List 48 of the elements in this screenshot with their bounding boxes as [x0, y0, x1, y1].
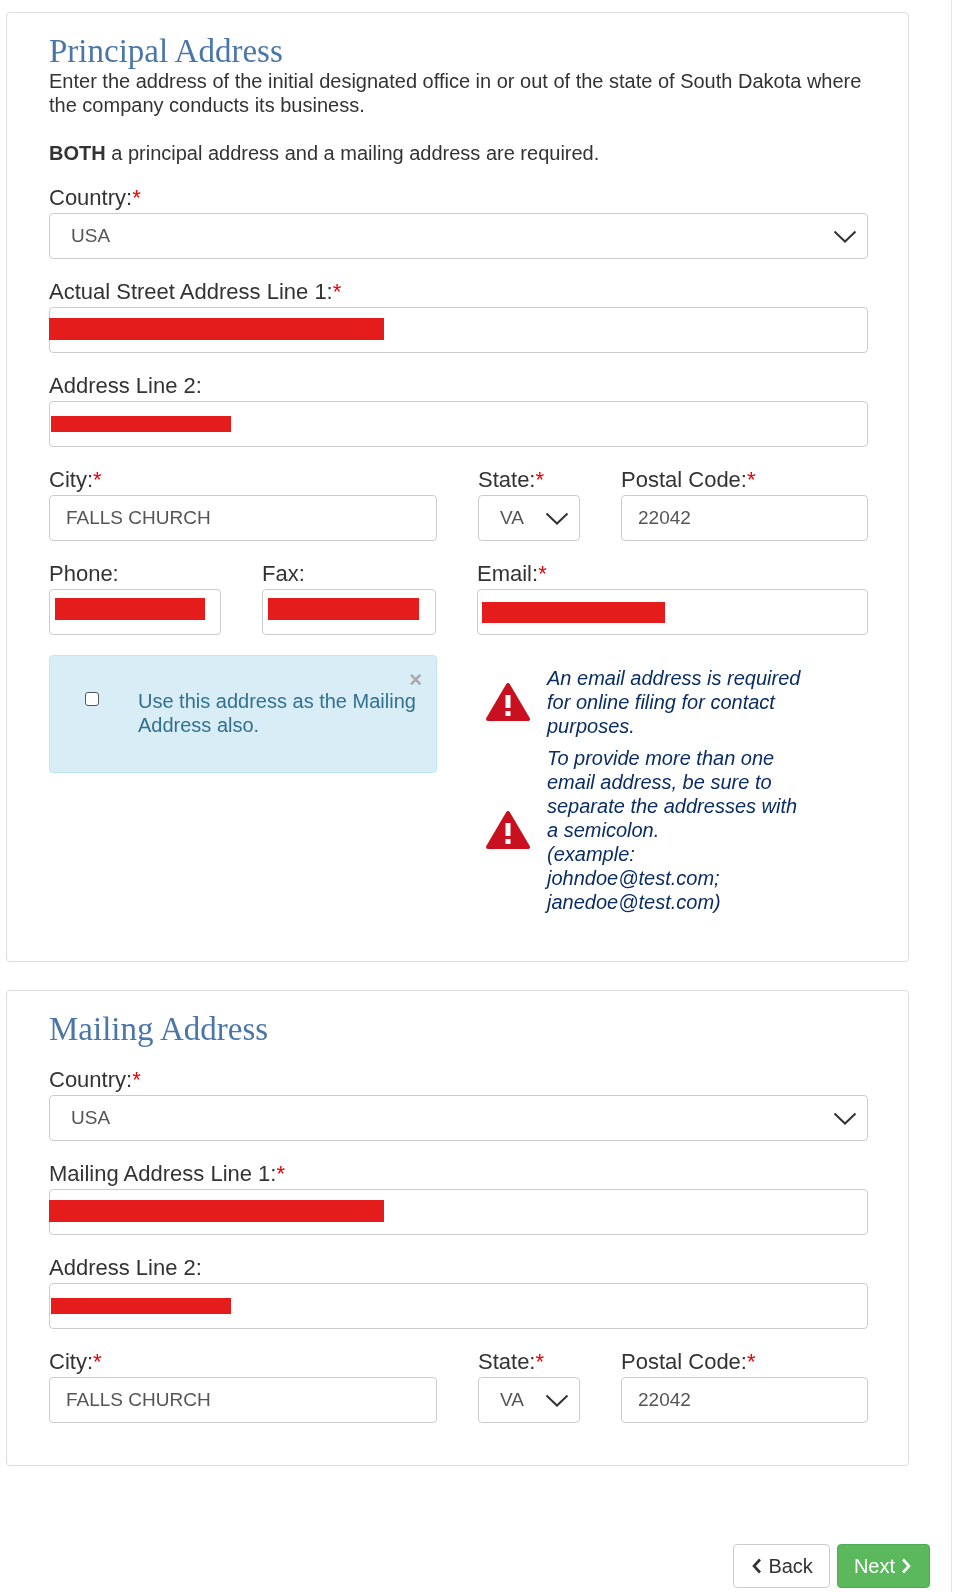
warning-text: To provide more than one email address, be sure to separate the addresses with a semicolon.: [547, 746, 799, 842]
checkbox[interactable]: [85, 692, 99, 706]
warning-text: An email address is required for online filing for contact purposes.: [547, 666, 802, 738]
chevron-down-icon: [545, 511, 569, 525]
chevron-down-icon: [545, 1393, 569, 1407]
back-button[interactable]: Back: [733, 1544, 830, 1588]
chevron-right-icon: [901, 1558, 911, 1574]
field-label: Address Line 2:: [49, 1255, 203, 1281]
field-label: Address Line 2:: [49, 373, 203, 399]
dropdown-field[interactable]: VA: [478, 1377, 580, 1423]
field-label: Actual Street Address Line 1:*: [49, 279, 343, 305]
text-field[interactable]: [49, 589, 221, 635]
alert-text: Use this address as the Mailing Address also.: [138, 689, 416, 737]
chevron-left-icon: [752, 1558, 763, 1574]
text-field[interactable]: FALLS CHURCH: [49, 1377, 437, 1423]
field-label: City:*: [49, 467, 103, 493]
dropdown-field[interactable]: USA: [49, 1095, 868, 1141]
field-label: Fax:: [262, 561, 306, 587]
dropdown-field[interactable]: VA: [478, 495, 580, 541]
field-label: State:*: [478, 467, 546, 493]
section-title: Mailing Address: [49, 1011, 270, 1047]
text-field[interactable]: [49, 1283, 868, 1329]
field-label: Postal Code:*: [621, 1349, 757, 1375]
field-label: Country:*: [49, 1067, 142, 1093]
chevron-down-icon: [833, 1111, 857, 1125]
text-field[interactable]: [49, 1189, 868, 1235]
field-label: Country:*: [49, 185, 142, 211]
field-label: State:*: [478, 1349, 546, 1375]
text-field[interactable]: [262, 589, 436, 635]
field-label: City:*: [49, 1349, 103, 1375]
warning-icon: [486, 682, 530, 722]
example-text: (example: johndoe@test.com; janedoe@test.com): [547, 842, 722, 914]
chevron-down-icon: [833, 229, 857, 243]
text-field[interactable]: FALLS CHURCH: [49, 495, 437, 541]
text-field[interactable]: [49, 307, 868, 353]
intro-text: Enter the address of the initial designated office in or out of the state of South Dakota where the company conducts its business.: [49, 69, 863, 117]
intro-text: BOTH a principal address and a mailing address are required.: [49, 141, 601, 165]
section-title: Principal Address: [49, 33, 284, 69]
field-label: Email:*: [477, 561, 548, 587]
dropdown-field[interactable]: USA: [49, 213, 868, 259]
text-field[interactable]: 22042: [621, 495, 868, 541]
text-field[interactable]: [49, 401, 868, 447]
text-field[interactable]: 22042: [621, 1377, 868, 1423]
field-label: Postal Code:*: [621, 467, 757, 493]
field-label: Phone:: [49, 561, 120, 587]
field-label: Mailing Address Line 1:*: [49, 1161, 287, 1187]
text-field[interactable]: [477, 589, 868, 635]
warning-icon: [486, 810, 530, 850]
